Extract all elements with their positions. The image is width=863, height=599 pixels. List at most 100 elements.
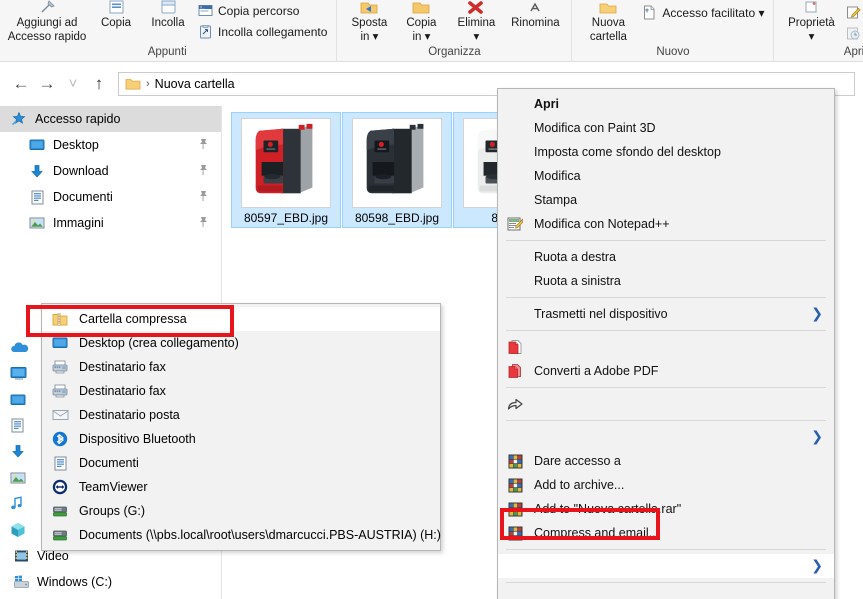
- bluetooth-icon: [50, 430, 70, 448]
- delete-button[interactable]: Elimina ▾: [447, 0, 505, 44]
- menu-item-invia-a[interactable]: ❯: [498, 554, 834, 578]
- forward-button[interactable]: →: [34, 71, 60, 97]
- sidebar-item-windows-c[interactable]: Windows (C:): [0, 569, 221, 595]
- edit-button[interactable]: Modifica: [842, 2, 863, 23]
- menu-separator: [506, 240, 826, 241]
- menu-separator: [506, 330, 826, 331]
- new-folder-button[interactable]: Nuova cartella: [578, 0, 638, 44]
- menu-item-imposta-sfondo[interactable]: Imposta come sfondo del desktop: [498, 140, 834, 164]
- menu-item-condivisione[interactable]: [498, 392, 834, 416]
- move-to-button[interactable]: Sposta in ▾: [343, 0, 395, 44]
- no-icon: [504, 272, 526, 290]
- submenu-item-dispositivo-bluetooth[interactable]: Dispositivo Bluetooth: [42, 427, 440, 451]
- file-tile[interactable]: 80598_EBD.jpg: [342, 112, 452, 228]
- ribbon-groups: Aggiungi ad Accesso rapido Copia Incolla…: [0, 0, 863, 62]
- submenu-item-desktop-collegamento[interactable]: Desktop (crea collegamento): [42, 331, 440, 355]
- copy-label: Copia: [100, 17, 132, 29]
- menu-item-converti-adobe-pdf[interactable]: [498, 335, 834, 359]
- menu-label-modifica-paint3d: Modifica con Paint 3D: [534, 121, 656, 135]
- submenu-item-cartella-compressa[interactable]: Cartella compressa: [42, 307, 440, 331]
- submenu-item-documents-network[interactable]: Documents (\\pbs.local\root\users\dmarcu…: [42, 523, 441, 547]
- sidebar-item-groups-g[interactable]: Groups (G:): [0, 595, 221, 599]
- ribbon-group-title-nuovo: Nuovo: [656, 46, 690, 58]
- easy-access-button[interactable]: Accesso facilitato ▾: [638, 2, 767, 23]
- pin-icon[interactable]: [197, 190, 209, 203]
- file-tile[interactable]: 80597_EBD.jpg: [231, 112, 341, 228]
- sidebar-item-desktop-2[interactable]: [10, 388, 44, 414]
- paste-button[interactable]: Incolla: [142, 0, 194, 31]
- menu-item-add-to-rar[interactable]: Add to archive...: [498, 473, 834, 497]
- add-to-quick-access-label-2: Accesso rapido: [7, 30, 87, 43]
- sidebar-item-musica[interactable]: [10, 492, 44, 518]
- no-icon: [504, 590, 526, 599]
- sidebar-item-desktop[interactable]: Desktop: [0, 132, 221, 158]
- menu-item-add-to-archive[interactable]: Dare accesso a: [498, 449, 834, 473]
- sidebar-item-oggetti-3d[interactable]: [10, 518, 44, 544]
- copy-path-button[interactable]: \\... Copia percorso: [194, 0, 330, 21]
- delete-icon: [447, 0, 505, 16]
- no-icon: [504, 119, 526, 137]
- add-to-quick-access-button[interactable]: Aggiungi ad Accesso rapido: [4, 0, 90, 44]
- menu-item-combina-acrobat[interactable]: Converti a Adobe PDF: [498, 359, 834, 383]
- context-menu[interactable]: Apri Modifica con Paint 3D Imposta come …: [497, 88, 835, 599]
- submenu-label-groups-g: Groups (G:): [79, 504, 145, 518]
- no-icon: [504, 167, 526, 185]
- menu-item-notepadpp[interactable]: Modifica con Notepad++: [498, 212, 834, 236]
- menu-item-compress-to-rar-and-email[interactable]: Compress and email...: [498, 521, 834, 545]
- sidebar-item-documenti-2[interactable]: [10, 414, 44, 440]
- menu-item-ruota-sinistra[interactable]: Ruota a sinistra: [498, 269, 834, 293]
- submenu-item-documenti[interactable]: Documenti: [42, 451, 440, 475]
- copy-button[interactable]: Copia: [90, 0, 142, 31]
- submenu-item-destinatario-fax-2[interactable]: Destinatario fax: [42, 379, 440, 403]
- submenu-item-teamviewer[interactable]: TeamViewer: [42, 475, 440, 499]
- sidebar-label-windows-c: Windows (C:): [37, 575, 113, 589]
- download-icon: [10, 444, 26, 462]
- file-explorer-window: Aggiungi ad Accesso rapido Copia Incolla…: [0, 0, 863, 599]
- history-button[interactable]: Cronologia: [842, 23, 863, 44]
- sidebar-item-onedrive[interactable]: [10, 336, 44, 362]
- submenu-item-destinatario-fax-1[interactable]: Destinatario fax: [42, 355, 440, 379]
- sidebar-item-download-2[interactable]: [10, 440, 44, 466]
- copy-to-button[interactable]: Copia in ▾: [395, 0, 447, 44]
- menu-item-dare-accesso-a[interactable]: ❯: [498, 425, 834, 449]
- sidebar-item-questo-pc[interactable]: [10, 362, 44, 388]
- menu-item-compress-and-email[interactable]: Add to "Nuova cartella.rar": [498, 497, 834, 521]
- delete-label-1: Elimina: [457, 17, 496, 29]
- breadcrumb-current-folder[interactable]: Nuova cartella: [155, 77, 235, 91]
- coffee-machine-black-image: [353, 119, 441, 207]
- properties-button[interactable]: Proprietà ▾: [780, 0, 842, 44]
- menu-item-apri[interactable]: Apri: [498, 92, 834, 116]
- file-name-label: 80598_EBD.jpg: [354, 211, 440, 225]
- submenu-item-groups-g[interactable]: Groups (G:): [42, 499, 440, 523]
- send-to-submenu[interactable]: Cartella compressa Desktop (crea collega…: [41, 303, 441, 551]
- menu-item-modifica[interactable]: Modifica: [498, 164, 834, 188]
- sidebar-item-accesso-rapido[interactable]: Accesso rapido: [0, 106, 221, 132]
- sidebar-label-immagini: Immagini: [53, 216, 104, 230]
- pin-icon[interactable]: [197, 216, 209, 229]
- sidebar-item-immagini-2[interactable]: [10, 466, 44, 492]
- copy-to-label-2: in ▾: [412, 30, 431, 43]
- paste-shortcut-button[interactable]: Incolla collegamento: [194, 21, 330, 42]
- ribbon-group-apri: Proprietà ▾ Modifica: [774, 0, 863, 62]
- up-button[interactable]: ↑: [86, 71, 112, 97]
- sidebar-item-immagini[interactable]: Immagini: [0, 210, 221, 236]
- pin-icon[interactable]: [197, 164, 209, 177]
- rename-button[interactable]: Rinomina: [505, 0, 565, 31]
- menu-item-ruota-destra[interactable]: Ruota a destra: [498, 245, 834, 269]
- sidebar-item-download[interactable]: Download: [0, 158, 221, 184]
- menu-item-trasmetti-dispositivo[interactable]: Trasmetti nel dispositivo ❯: [498, 302, 834, 326]
- submenu-item-destinatario-posta[interactable]: Destinatario posta: [42, 403, 440, 427]
- pin-icon[interactable]: [197, 138, 209, 151]
- recent-locations-button[interactable]: ˅: [60, 71, 86, 97]
- move-to-label-1: Sposta: [351, 17, 388, 29]
- menu-item-taglia[interactable]: [498, 587, 834, 599]
- menu-item-stampa[interactable]: Stampa: [498, 188, 834, 212]
- menu-item-modifica-paint3d[interactable]: Modifica con Paint 3D: [498, 116, 834, 140]
- chevron-right-icon: ❯: [811, 306, 823, 322]
- submenu-label-desktop-collegamento: Desktop (crea collegamento): [79, 336, 239, 350]
- sidebar-item-documenti[interactable]: Documenti: [0, 184, 221, 210]
- chevron-right-icon: ❯: [811, 429, 823, 445]
- fax-icon: [50, 382, 70, 400]
- back-button[interactable]: ←: [8, 71, 34, 97]
- properties-label-2: ▾: [808, 30, 815, 43]
